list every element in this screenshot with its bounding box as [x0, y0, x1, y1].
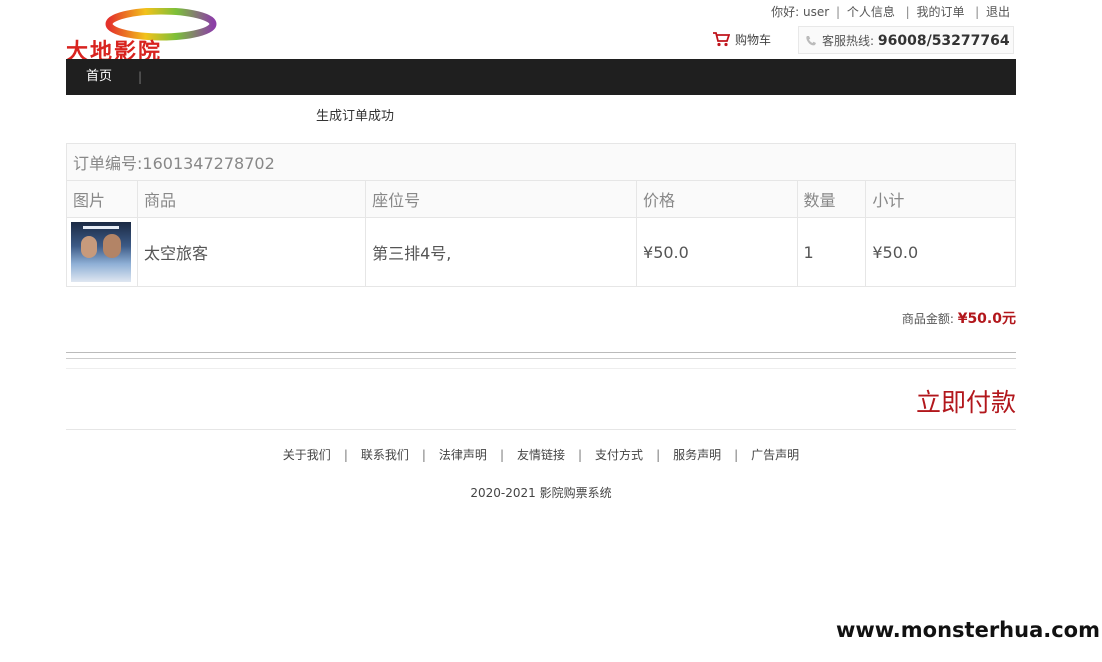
table-header: 图片 商品 座位号 价格 数量 小计 [66, 180, 1016, 218]
pay-now-button[interactable]: 立即付款 [916, 383, 1016, 419]
seat-number: 第三排4号, [365, 217, 638, 287]
table-row: 太空旅客 第三排4号, ¥50.0 1 ¥50.0 [66, 217, 1016, 287]
column-header: 小计 [865, 180, 1016, 218]
hotline-label: 客服热线: [822, 34, 875, 48]
nav-divider: | [138, 70, 143, 84]
divider [66, 358, 1016, 359]
hotline-box: 客服热线: 96008/53277764 [798, 26, 1014, 54]
footer-link-contact[interactable]: 联系我们 [361, 448, 409, 462]
order-success-message: 生成订单成功 [316, 109, 395, 124]
cart-icon [713, 32, 731, 47]
footer-link-ads[interactable]: 广告声明 [751, 448, 799, 462]
total-label: 商品金额: [901, 312, 954, 326]
phone-icon [806, 36, 816, 46]
greeting-label: 你好: [771, 5, 800, 19]
quantity: 1 [796, 217, 867, 287]
footer-link-service[interactable]: 服务声明 [673, 448, 721, 462]
hotline-number: 96008/53277764 [877, 33, 1010, 49]
footer-link-friends[interactable]: 友情链接 [517, 448, 565, 462]
total-value: ¥50.0元 [957, 311, 1016, 327]
cart-label: 购物车 [735, 33, 772, 47]
cart-link[interactable]: 购物车 [712, 31, 771, 48]
price: ¥50.0 [636, 217, 798, 287]
footer-links: 关于我们 | 联系我们 | 法律声明 | 友情链接 | 支付方式 | 服务声明 | 广告声明 [282, 448, 800, 462]
nav-home[interactable]: 首页 [86, 59, 112, 95]
watermark-text: www.monsterhua.com [835, 618, 1100, 642]
order-number-label: 订单编号: [73, 154, 143, 173]
column-header: 商品 [136, 180, 367, 218]
cinema-logo[interactable]: 大地影院 [66, 8, 256, 65]
column-header: 座位号 [365, 180, 638, 218]
order-number: 1601347278702 [142, 154, 275, 173]
order-total: 商品金额: ¥50.0元 [902, 308, 1016, 328]
movie-poster-image[interactable] [71, 222, 131, 282]
username-link[interactable]: user [803, 5, 829, 19]
subtotal: ¥50.0 [865, 217, 1016, 287]
divider [66, 352, 1016, 353]
profile-link[interactable]: 个人信息 [847, 3, 895, 20]
footer-link-about[interactable]: 关于我们 [283, 448, 331, 462]
divider [66, 368, 1016, 369]
divider [66, 429, 1016, 430]
column-header: 图片 [66, 180, 138, 218]
order-number-row: 订单编号:1601347278702 [66, 143, 1016, 181]
footer-link-legal[interactable]: 法律声明 [439, 448, 487, 462]
footer-link-payment[interactable]: 支付方式 [595, 448, 643, 462]
order-table: 订单编号:1601347278702 图片 商品 座位号 价格 数量 小计 太空… [66, 143, 1016, 287]
my-orders-link[interactable]: 我的订单 [916, 3, 964, 20]
main-nav: 首页 | [66, 59, 1016, 95]
movie-title[interactable]: 太空旅客 [136, 217, 367, 287]
user-links: 你好: user | 个人信息 | 我的订单 | 退出 [771, 3, 1010, 20]
copyright: 2020-2021 影院购票系统 [470, 486, 612, 500]
column-header: 数量 [796, 180, 867, 218]
logout-link[interactable]: 退出 [986, 3, 1010, 20]
column-header: 价格 [636, 180, 798, 218]
